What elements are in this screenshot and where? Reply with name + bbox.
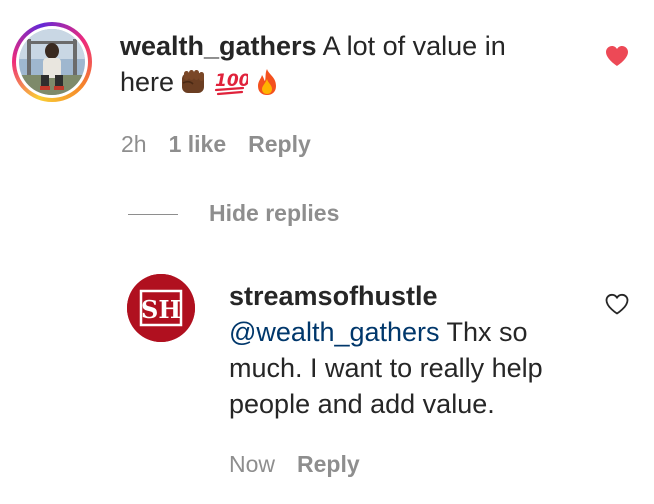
comment-text-line2: here [120,67,175,97]
comment-like-count[interactable]: 1 like [169,131,227,157]
avatar-story-ring[interactable] [12,22,92,102]
reply-mention-link[interactable]: @wealth_gathers [229,317,440,347]
comment-meta: 2h 1 like Reply [121,131,333,158]
fire-emoji-icon [252,67,282,106]
heart-outline-icon [605,293,629,315]
comment-body: wealth_gathers A lot of value in here 10… [120,28,560,106]
svg-text:SH: SH [141,295,181,324]
reply-text-line3: people and add value. [229,389,495,419]
raised-fist-emoji-icon [178,67,208,106]
comment-username[interactable]: wealth_gathers [120,31,317,61]
comment-like-button[interactable] [604,44,630,73]
avatar[interactable] [19,29,85,95]
reply-reply-button[interactable]: Reply [297,451,360,477]
comment-text: A lot of value in [322,31,506,61]
reply-username[interactable]: streamsofhustle [229,281,438,311]
comment-reply-button[interactable]: Reply [248,131,311,157]
reply-meta: Now Reply [229,451,382,478]
reply-text-line2: much. I want to really help [229,353,543,383]
reply-text-line1: Thx so [439,317,528,347]
avatar-photo-icon [19,29,85,95]
avatar-border [16,26,88,98]
hundred-points-emoji-icon: 100 [212,67,251,106]
brand-monogram-logo: SH [127,274,195,342]
hide-replies-divider [128,214,178,215]
reply-timestamp[interactable]: Now [229,451,275,477]
comment-timestamp[interactable]: 2h [121,131,147,157]
reply-avatar[interactable]: SH [127,274,195,342]
reply-body: streamsofhustle @wealth_gathers Thx so m… [229,278,609,422]
reply-like-button[interactable] [604,292,630,321]
hide-replies-button[interactable]: Hide replies [209,200,339,227]
heart-filled-icon [606,46,628,66]
